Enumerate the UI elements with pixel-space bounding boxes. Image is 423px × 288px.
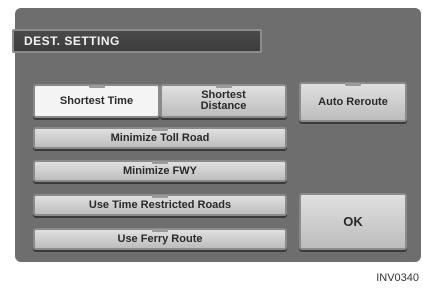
- indicator-light: [88, 85, 105, 88]
- shortest-time-button[interactable]: Shortest Time: [33, 84, 160, 118]
- minimize-fwy-button[interactable]: Minimize FWY: [33, 160, 287, 182]
- indicator-light: [152, 128, 168, 131]
- minimize-toll-road-label: Minimize Toll Road: [110, 131, 210, 144]
- shortest-distance-label-line2: Distance: [200, 100, 247, 112]
- use-ferry-route-button[interactable]: Use Ferry Route: [33, 228, 287, 250]
- auto-reroute-label: Auto Reroute: [318, 95, 388, 108]
- use-time-restricted-roads-button[interactable]: Use Time Restricted Roads: [33, 194, 287, 216]
- auto-reroute-button[interactable]: Auto Reroute: [299, 82, 407, 122]
- screen-title: DEST. SETTING: [24, 34, 120, 48]
- use-ferry-route-label: Use Ferry Route: [117, 232, 203, 245]
- indicator-light: [152, 229, 168, 232]
- use-time-restricted-roads-label: Use Time Restricted Roads: [88, 198, 232, 211]
- indicator-light: [152, 195, 168, 198]
- shortest-distance-button[interactable]: Shortest Distance: [160, 84, 287, 118]
- title-bar: DEST. SETTING: [12, 29, 262, 53]
- indicator-light: [215, 85, 232, 88]
- ok-label: OK: [343, 214, 363, 229]
- ok-button[interactable]: OK: [299, 193, 407, 250]
- minimize-fwy-label: Minimize FWY: [123, 164, 197, 177]
- shortest-time-label: Shortest Time: [59, 94, 134, 107]
- minimize-toll-road-button[interactable]: Minimize Toll Road: [33, 127, 287, 149]
- indicator-light: [345, 83, 361, 86]
- figure-code: INV0340: [376, 272, 419, 284]
- indicator-light: [152, 161, 168, 164]
